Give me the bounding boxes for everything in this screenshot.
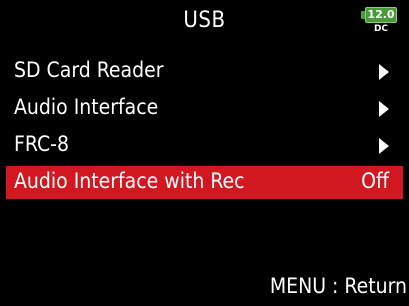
battery-voltage: 12.0	[367, 8, 395, 21]
chevron-right-icon	[379, 64, 389, 80]
usb-menu-list: SD Card Reader Audio Interface FRC-8 Aud…	[0, 55, 409, 203]
footer-hint: MENU : Return	[269, 274, 407, 298]
usb-menu-screen: USB 12.0 DC SD Card Reader Audio Interfa…	[0, 0, 409, 306]
menu-item-label: Audio Interface	[14, 95, 159, 119]
menu-item-frc-8[interactable]: FRC-8	[0, 129, 409, 162]
menu-item-audio-interface-with-rec[interactable]: Audio Interface with Rec Off	[6, 166, 403, 199]
menu-item-label: Audio Interface with Rec	[14, 169, 245, 193]
power-source-label: DC	[373, 24, 389, 34]
chevron-right-icon	[379, 138, 389, 154]
chevron-right-icon	[379, 101, 389, 117]
page-title: USB	[183, 8, 226, 33]
header: USB 12.0 DC	[0, 0, 409, 46]
battery-indicator: 12.0 DC	[361, 7, 401, 41]
menu-item-value: Off	[361, 169, 389, 193]
menu-item-label: SD Card Reader	[14, 58, 164, 82]
menu-item-sd-card-reader[interactable]: SD Card Reader	[0, 55, 409, 88]
menu-item-audio-interface[interactable]: Audio Interface	[0, 92, 409, 125]
menu-item-label: FRC-8	[14, 132, 69, 156]
